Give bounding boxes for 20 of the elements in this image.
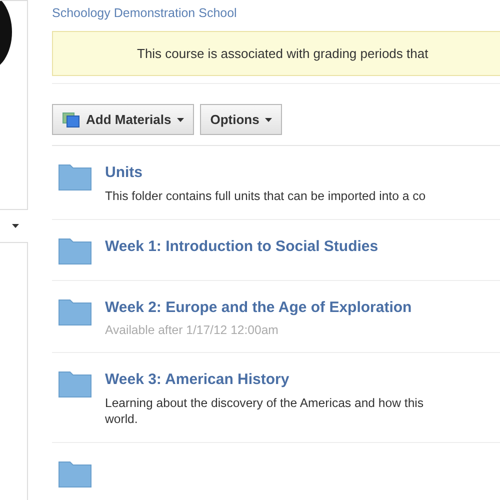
folder-icon — [58, 370, 92, 398]
folder-description: This folder contains full units that can be imported into a co — [105, 188, 426, 204]
options-button[interactable]: Options — [200, 104, 282, 135]
add-content-icon — [62, 112, 80, 128]
school-link[interactable]: Schoology Demonstration School — [52, 6, 500, 20]
add-materials-button[interactable]: Add Materials — [52, 104, 194, 135]
caret-icon — [177, 118, 184, 122]
caret-icon — [12, 224, 19, 228]
folder-title[interactable]: Week 1: Introduction to Social Studies — [105, 237, 378, 257]
folder-icon — [58, 460, 92, 488]
availability-text: Available after 1/17/12 12:00am — [105, 323, 280, 337]
folder-title[interactable]: Week 3: American History — [105, 370, 424, 390]
folder-icon — [58, 298, 92, 326]
folder-title[interactable]: Units — [105, 163, 426, 183]
notice-text: This course is associated with grading periods that — [137, 46, 428, 61]
folder-title[interactable]: Week 2: Europe and the Age of Exploration — [105, 298, 412, 318]
folder-icon — [58, 237, 92, 265]
folder-description: Learning about the discovery of the Americas and how this world. — [105, 395, 424, 427]
folder-icon — [58, 163, 92, 191]
caret-icon — [265, 118, 272, 122]
